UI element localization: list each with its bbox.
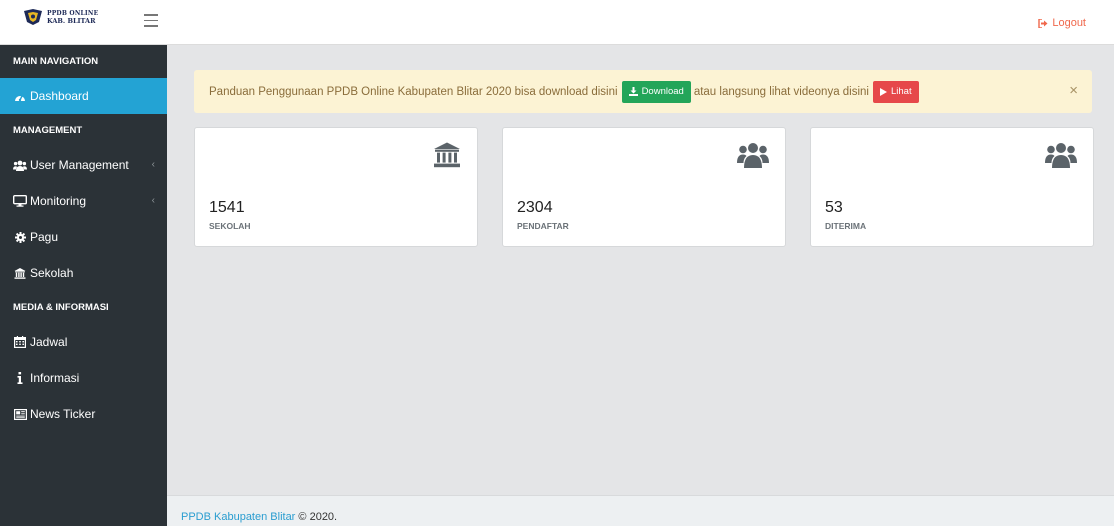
- top-header: PPDB ONLINE KAB. BLITAR Logout: [0, 0, 1114, 45]
- menu-bar: [144, 25, 158, 27]
- footer-copyright: © 2020.: [298, 511, 338, 523]
- alert-text-middle: atau langsung lihat videonya disini: [693, 85, 869, 98]
- logout-label: Logout: [1052, 17, 1086, 29]
- sidebar-item-label: Sekolah: [30, 266, 74, 280]
- footer: PPDB Kabupaten Blitar © 2020.: [167, 495, 1114, 526]
- download-icon: [628, 87, 638, 96]
- lihat-label: Lihat: [891, 86, 912, 97]
- newspaper-icon: [13, 408, 27, 420]
- footer-link[interactable]: PPDB Kabupaten Blitar: [181, 511, 295, 523]
- stat-card-sekolah: 1541 SEKOLAH: [194, 127, 478, 247]
- dashboard-icon: [13, 90, 27, 102]
- sidebar-section-media: MEDIA & INFORMASI: [13, 302, 109, 313]
- calendar-icon: [13, 336, 27, 348]
- sidebar-item-user-management[interactable]: User Management ‹: [0, 147, 167, 183]
- sidebar-item-pagu[interactable]: Pagu: [0, 219, 167, 255]
- institution-icon: [13, 267, 27, 279]
- gear-icon: [13, 231, 27, 243]
- logo-emblem-icon: [24, 9, 42, 25]
- app-logo[interactable]: PPDB ONLINE KAB. BLITAR: [23, 8, 98, 26]
- sidebar-item-sekolah[interactable]: Sekolah: [0, 255, 167, 291]
- chevron-left-icon: ‹: [151, 159, 155, 170]
- logo-text: PPDB ONLINE KAB. BLITAR: [47, 10, 98, 25]
- download-guide-alert: Panduan Penggunaan PPDB Online Kabupaten…: [194, 70, 1092, 113]
- sidebar: MAIN NAVIGATION Dashboard MANAGEMENT Use…: [0, 45, 167, 526]
- sign-out-icon: [1038, 18, 1048, 28]
- main-content: Panduan Penggunaan PPDB Online Kabupaten…: [167, 45, 1114, 495]
- sidebar-item-monitoring[interactable]: Monitoring ‹: [0, 183, 167, 219]
- users-icon: [13, 159, 27, 171]
- play-icon: [880, 87, 887, 96]
- sidebar-item-label: Informasi: [30, 371, 80, 385]
- chevron-left-icon: ‹: [151, 195, 155, 206]
- users-icon: [1045, 142, 1077, 171]
- sidebar-item-label: News Ticker: [30, 407, 96, 421]
- sidebar-item-jadwal[interactable]: Jadwal: [0, 324, 167, 360]
- close-icon[interactable]: ×: [1069, 83, 1078, 98]
- users-icon: [737, 142, 769, 171]
- stat-label: DITERIMA: [825, 221, 867, 231]
- institution-icon: [433, 142, 461, 171]
- sidebar-item-label: Monitoring: [30, 194, 87, 208]
- stat-label: PENDAFTAR: [517, 221, 569, 231]
- download-label: Download: [641, 86, 684, 97]
- sidebar-item-dashboard[interactable]: Dashboard: [0, 78, 167, 114]
- download-button[interactable]: Download: [621, 80, 691, 103]
- desktop-icon: [13, 195, 27, 207]
- sidebar-item-label: User Management: [30, 158, 129, 172]
- lihat-button[interactable]: Lihat: [873, 80, 919, 103]
- stat-value: 1541: [209, 199, 245, 216]
- stat-card-pendaftar: 2304 PENDAFTAR: [502, 127, 786, 247]
- sidebar-item-label: Pagu: [30, 230, 59, 244]
- sidebar-item-label: Dashboard: [30, 89, 89, 103]
- logo-line1: PPDB ONLINE: [47, 9, 99, 17]
- logo-line2: KAB. BLITAR: [47, 16, 96, 25]
- stat-label: SEKOLAH: [209, 221, 251, 231]
- sidebar-item-label: Jadwal: [30, 335, 68, 349]
- menu-bar: [144, 14, 158, 16]
- sidebar-toggle-button[interactable]: [144, 14, 158, 27]
- alert-text-before: Panduan Penggunaan PPDB Online Kabupaten…: [209, 85, 618, 98]
- logout-link[interactable]: Logout: [1038, 17, 1086, 29]
- sidebar-item-news-ticker[interactable]: News Ticker: [0, 396, 167, 432]
- info-icon: [13, 372, 27, 384]
- sidebar-item-informasi[interactable]: Informasi: [0, 360, 167, 396]
- menu-bar: [144, 19, 158, 21]
- sidebar-section-main: MAIN NAVIGATION: [13, 56, 99, 67]
- stat-value: 2304: [517, 199, 553, 216]
- stat-card-diterima: 53 DITERIMA: [810, 127, 1094, 247]
- sidebar-section-management: MANAGEMENT: [13, 125, 83, 136]
- stat-value: 53: [825, 199, 843, 216]
